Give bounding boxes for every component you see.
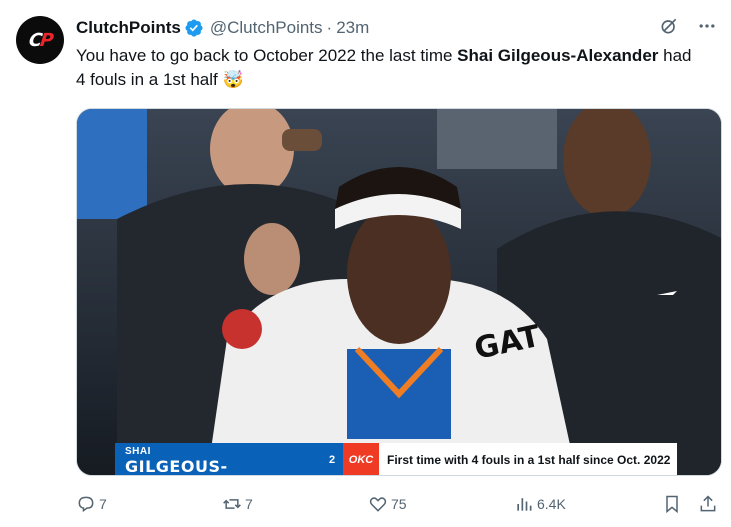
stat-caption: First time with 4 fouls in a 1st half si…	[379, 443, 677, 475]
player-name-plate: SHAI GILGEOUS-ALEXANDER	[115, 443, 321, 476]
tweet-action-bar: 7 7 75 6.4K	[76, 492, 722, 516]
views-icon	[517, 498, 532, 511]
reply-icon	[78, 496, 94, 513]
bookmark-icon	[666, 495, 678, 514]
reply-count: 7	[99, 496, 107, 512]
author-handle[interactable]: @ClutchPoints	[210, 18, 323, 38]
grok-icon[interactable]	[657, 14, 681, 38]
more-icon[interactable]	[695, 14, 719, 38]
repost-count: 7	[245, 496, 253, 512]
reply-button[interactable]: 7	[76, 492, 107, 516]
views-button[interactable]: 6.4K	[514, 492, 566, 516]
tweet-text: You have to go back to October 2022 the …	[76, 44, 696, 92]
tweet-text-start: You have to go back to October 2022 the …	[76, 46, 458, 65]
jersey-number: 2	[321, 443, 343, 475]
view-count: 6.4K	[537, 496, 566, 512]
share-button[interactable]	[698, 492, 721, 516]
bookmark-button[interactable]	[662, 492, 685, 516]
tweet-timestamp[interactable]: 23m	[336, 18, 369, 38]
separator-dot: ·	[326, 18, 333, 37]
share-icon	[700, 495, 716, 512]
tweet-top-actions	[657, 14, 719, 38]
author-display-name[interactable]: ClutchPoints	[76, 18, 181, 38]
clutchpoints-logo: CP	[27, 29, 53, 51]
author-avatar[interactable]: CP	[16, 16, 64, 64]
tweet-media-image[interactable]: GAT SHAI GILGEOUS-ALEXANDER 2 OKC First …	[76, 108, 722, 476]
broadcast-lower-third: SHAI GILGEOUS-ALEXANDER 2 OKC First time…	[115, 443, 677, 476]
tweet-text-player: Shai Gilgeous-Alexander	[457, 46, 659, 65]
verified-badge-icon[interactable]	[184, 18, 204, 38]
like-icon	[369, 497, 387, 512]
like-button[interactable]: 75	[368, 492, 407, 516]
repost-icon	[223, 499, 241, 509]
like-count: 75	[391, 496, 407, 512]
player-first-name: SHAI	[125, 446, 151, 457]
player-last-name: GILGEOUS-ALEXANDER	[125, 457, 228, 476]
tweet-header: ClutchPoints @ClutchPoints · 23m	[76, 16, 369, 40]
mind-blown-emoji: 🤯	[222, 70, 244, 89]
team-logo: OKC	[343, 443, 379, 475]
repost-button[interactable]: 7	[222, 492, 253, 516]
broadcast-photo: GAT	[77, 109, 721, 475]
